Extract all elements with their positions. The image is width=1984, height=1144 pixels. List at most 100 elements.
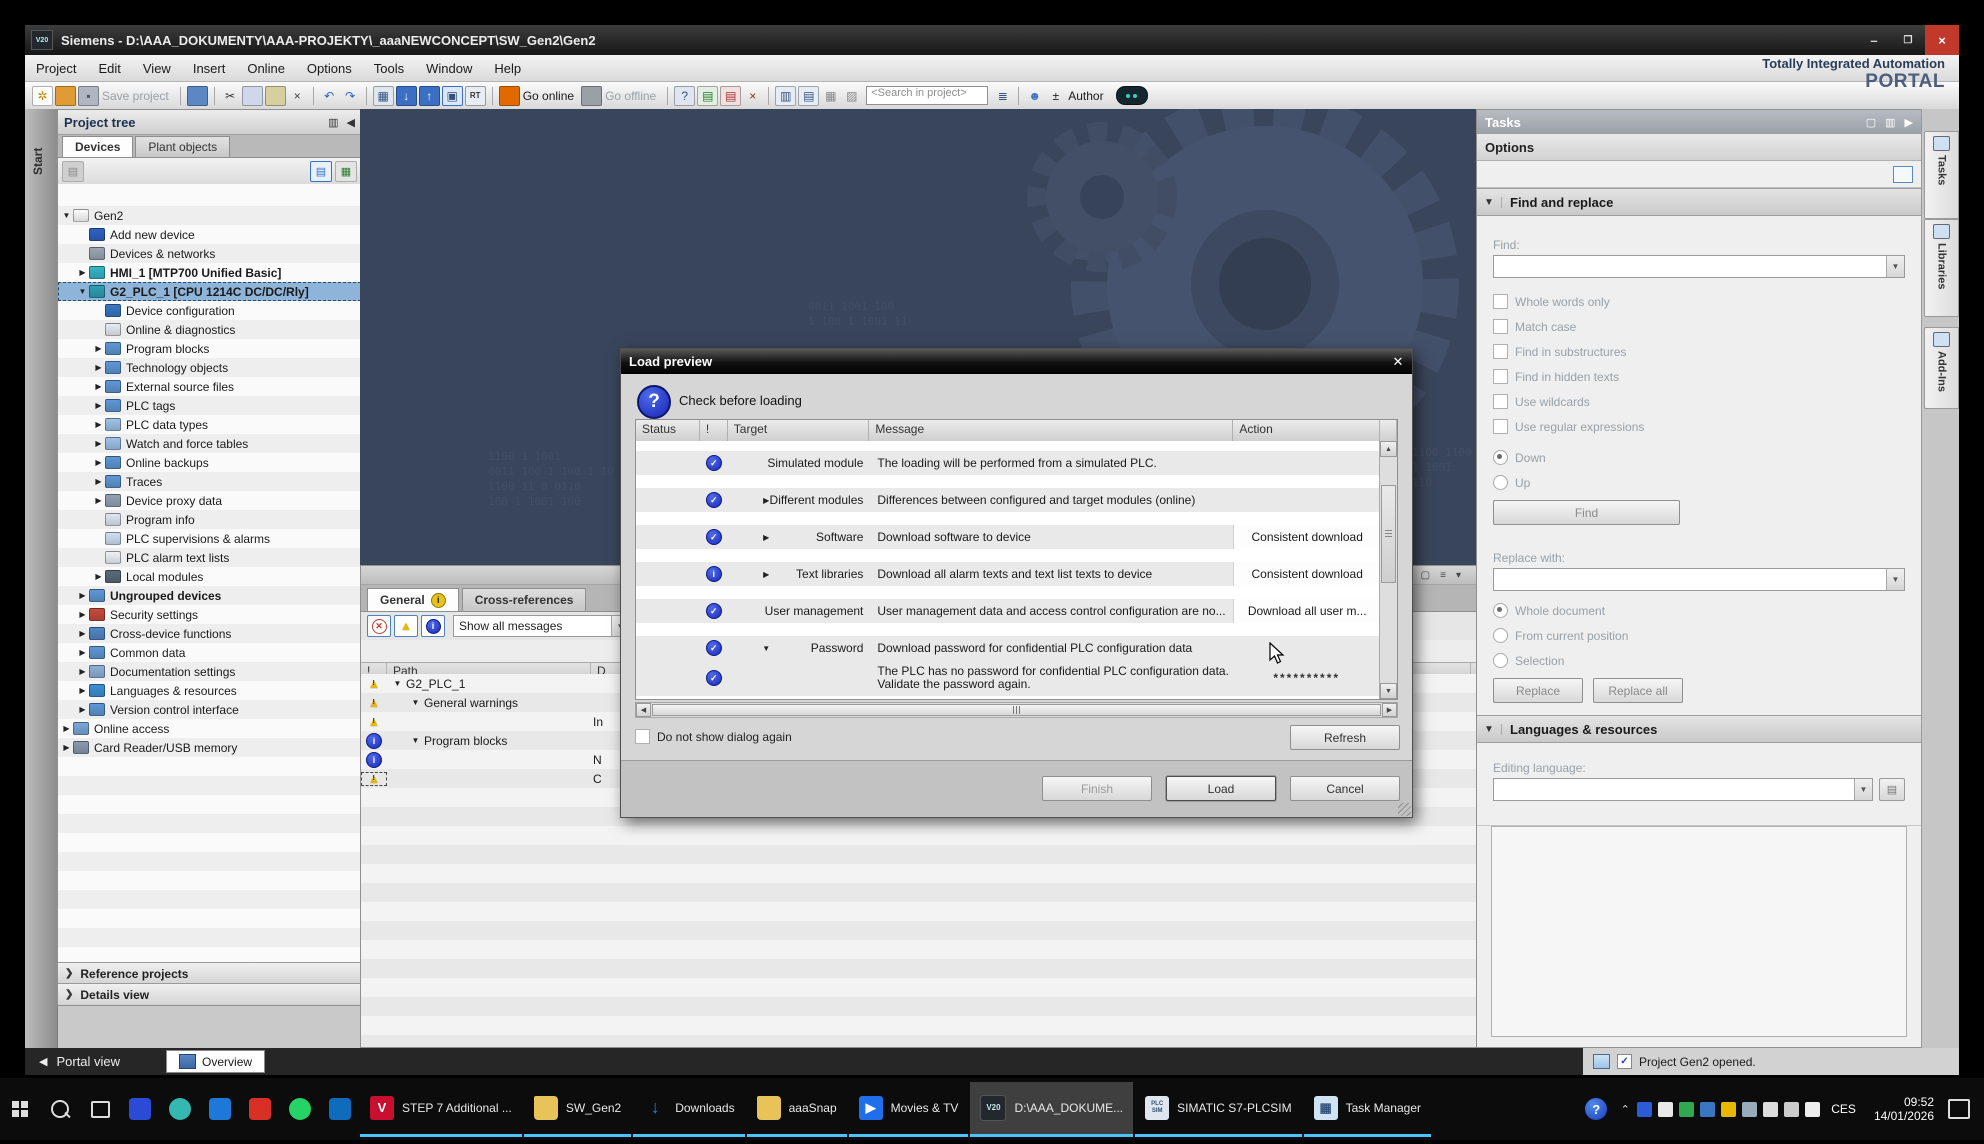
open-project-icon[interactable] xyxy=(55,86,76,106)
help-icon[interactable]: ? xyxy=(1581,1094,1611,1124)
message-filter-select[interactable]: Show all messages ▼ xyxy=(453,615,630,637)
new-device-icon[interactable]: ▤ xyxy=(62,161,84,182)
panel-bar-reference-projects[interactable]: ❯Reference projects xyxy=(58,962,361,984)
accessible-devices-icon[interactable]: ▤ xyxy=(697,86,718,106)
tab-plant-objects[interactable]: Plant objects xyxy=(135,136,230,157)
tree-item-languages-resources[interactable]: ▶Languages & resources xyxy=(58,681,361,700)
dialog-title-bar[interactable]: Load preview ✕ xyxy=(621,349,1412,374)
cancel-button[interactable]: Cancel xyxy=(1290,776,1400,801)
load-preview-row[interactable]: ✓Simulated moduleThe loading will be per… xyxy=(636,451,1380,475)
go-offline-icon[interactable] xyxy=(581,86,602,106)
replace-all-button[interactable]: Replace all xyxy=(1593,678,1683,703)
tree-item-watch-and-force-tables[interactable]: ▶Watch and force tables xyxy=(58,434,361,453)
language-indicator[interactable]: CES xyxy=(1831,1102,1856,1116)
taskbar-app-step-7-additional-[interactable]: VSTEP 7 Additional ... xyxy=(360,1082,522,1137)
tree-item-cross-device-functions[interactable]: ▶Cross-device functions xyxy=(58,624,361,643)
expander-icon[interactable]: ▶ xyxy=(78,591,87,600)
horizontal-scrollbar[interactable]: ◀ ▶ xyxy=(635,702,1398,718)
scroll-down-icon[interactable]: ▼ xyxy=(1380,683,1397,699)
tree-item-device-configuration[interactable]: Device configuration xyxy=(58,301,361,320)
start-simulation-icon[interactable]: ▣ xyxy=(442,86,463,106)
collapse-panel-icon[interactable]: ▶ xyxy=(1905,116,1913,129)
radio-button[interactable] xyxy=(1493,628,1508,643)
expander-icon[interactable]: ▶ xyxy=(94,477,103,486)
load-preview-row[interactable]: i▶Text librariesDownload all alarm texts… xyxy=(636,562,1380,586)
maximize-button[interactable]: ❒ xyxy=(1891,25,1925,55)
download-to-device-icon[interactable]: ↓ xyxy=(396,86,417,106)
action-select[interactable]: Download all user m... xyxy=(1233,599,1380,623)
expander-icon[interactable]: ▶ xyxy=(94,458,103,467)
vertical-scrollbar[interactable]: ▲ ▼ xyxy=(1379,441,1397,699)
tree-item-local-modules[interactable]: ▶Local modules xyxy=(58,567,361,586)
menu-insert[interactable]: Insert xyxy=(182,61,237,76)
notification-icon[interactable] xyxy=(1948,1099,1970,1119)
add-language-icon[interactable]: ▤ xyxy=(1879,778,1905,801)
green-status-tray-icon[interactable] xyxy=(1679,1102,1694,1117)
expander-icon[interactable]: ▶ xyxy=(94,420,103,429)
compile-icon[interactable]: ▦ xyxy=(373,86,394,106)
expander-icon[interactable]: ▶ xyxy=(78,648,87,657)
expander-icon[interactable]: ▶ xyxy=(762,570,771,579)
load-preview-row[interactable]: ✓▶SoftwareDownload software to deviceCon… xyxy=(636,525,1380,549)
maximize-options-icon[interactable] xyxy=(1893,166,1913,183)
checkbox-use-regular-expressions[interactable]: Use regular expressions xyxy=(1493,419,1921,434)
tab-devices[interactable]: Devices xyxy=(62,136,133,157)
tree-item-ungrouped-devices[interactable]: ▶Ungrouped devices xyxy=(58,586,361,605)
taskbar-app-aaasnap[interactable]: aaaSnap xyxy=(747,1082,847,1137)
radio-button[interactable] xyxy=(1493,450,1508,465)
shield-tray-icon[interactable] xyxy=(1700,1102,1715,1117)
assistant-icon[interactable] xyxy=(1116,86,1148,105)
scroll-up-icon[interactable]: ▲ xyxy=(1380,441,1397,457)
expander-icon[interactable]: ▼ xyxy=(393,679,402,688)
checkbox-find-in-substructures[interactable]: Find in substructures xyxy=(1493,344,1921,359)
load-button[interactable]: Load xyxy=(1166,776,1276,801)
refresh-button[interactable]: Refresh xyxy=(1290,725,1400,750)
tree-item-security-settings[interactable]: ▶Security settings xyxy=(58,605,361,624)
tree-item-g2-plc-1-cpu-1214c-dc-dc-rly-[interactable]: ▼G2_PLC_1 [CPU 1214C DC/DC/Rly] xyxy=(58,282,361,301)
expander-icon[interactable]: ▼ xyxy=(411,698,420,707)
scroll-right-icon[interactable]: ▶ xyxy=(1382,703,1397,717)
taskbar-app-simatic-s7-plcsim[interactable]: PLC SIMSIMATIC S7-PLCSIM xyxy=(1135,1082,1301,1137)
radio-whole-document[interactable]: Whole document xyxy=(1493,603,1921,618)
display-tray-icon[interactable] xyxy=(1742,1102,1757,1117)
split-horizontal-icon[interactable]: ▥ xyxy=(775,86,796,106)
close-button[interactable]: × xyxy=(1925,25,1959,55)
tree-item-traces[interactable]: ▶Traces xyxy=(58,472,361,491)
tree-item-card-reader-usb-memory[interactable]: ▶Card Reader/USB memory xyxy=(58,738,361,757)
split-vertical-icon[interactable]: ▤ xyxy=(798,86,819,106)
tree-item-plc-alarm-text-lists[interactable]: PLC alarm text lists xyxy=(58,548,361,567)
checkbox[interactable] xyxy=(1493,394,1508,409)
red-app-icon[interactable] xyxy=(245,1094,275,1124)
expander-icon[interactable]: ▼ xyxy=(762,644,771,653)
tree-item-gen2[interactable]: ▼Gen2 xyxy=(58,206,361,225)
go-offline-button[interactable]: Go offline xyxy=(605,89,656,103)
checkbox[interactable] xyxy=(635,729,650,744)
column-header-Target[interactable]: Target xyxy=(728,420,870,441)
find-input[interactable]: ▼ xyxy=(1493,255,1905,278)
window-layout-icon[interactable]: ▦ xyxy=(821,87,840,105)
minimize-button[interactable]: – xyxy=(1857,25,1891,55)
menu-window[interactable]: Window xyxy=(415,61,483,76)
menu-help[interactable]: Help xyxy=(483,61,532,76)
collapse-panel-icon[interactable]: ◀ xyxy=(347,116,355,129)
expander-icon[interactable]: ▶ xyxy=(94,496,103,505)
languages-section-header[interactable]: ▼ Languages & resources xyxy=(1477,715,1921,743)
expander-icon[interactable]: ▶ xyxy=(94,363,103,372)
menu-project[interactable]: Project xyxy=(25,61,87,76)
menu-view[interactable]: View xyxy=(132,61,182,76)
checkbox-whole-words-only[interactable]: Whole words only xyxy=(1493,294,1921,309)
search-button[interactable] xyxy=(45,1094,75,1124)
radio-selection[interactable]: Selection xyxy=(1493,653,1921,668)
expander-icon[interactable]: ▶ xyxy=(762,533,771,542)
taskbar-app-sw-gen2[interactable]: SW_Gen2 xyxy=(524,1082,631,1137)
checkbox-find-in-hidden-texts[interactable]: Find in hidden texts xyxy=(1493,369,1921,384)
menu-edit[interactable]: Edit xyxy=(87,61,131,76)
tree-item-online-backups[interactable]: ▶Online backups xyxy=(58,453,361,472)
tree-item-online-access[interactable]: ▶Online access xyxy=(58,719,361,738)
scroll-thumb[interactable] xyxy=(1381,485,1396,583)
tree-item-technology-objects[interactable]: ▶Technology objects xyxy=(58,358,361,377)
taskbar-app-downloads[interactable]: ↓Downloads xyxy=(633,1082,744,1137)
checkbox[interactable] xyxy=(1493,319,1508,334)
column-header-Action[interactable]: Action xyxy=(1233,420,1380,441)
edge-app-icon[interactable] xyxy=(165,1094,195,1124)
